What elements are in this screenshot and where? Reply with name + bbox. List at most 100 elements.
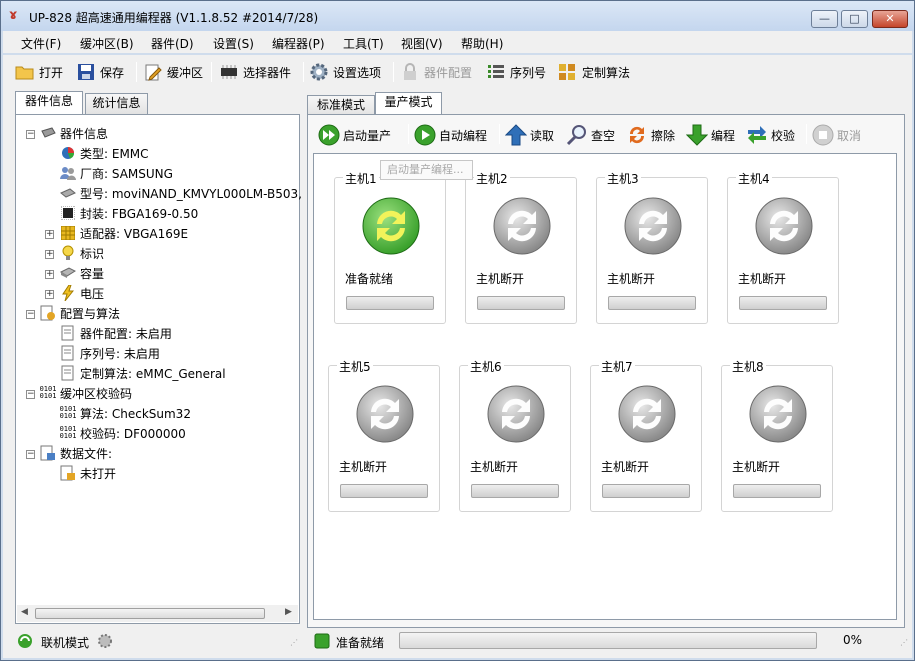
blank-check-button[interactable]: 查空 bbox=[566, 124, 615, 146]
tree-adapter[interactable]: 适配器: VBGA169E bbox=[60, 224, 188, 242]
buffer-button[interactable]: 缓冲区 bbox=[143, 61, 203, 83]
chip-icon bbox=[60, 185, 76, 201]
menu-programmer[interactable]: 编程器(P) bbox=[272, 35, 325, 52]
cancel-label: 取消 bbox=[837, 128, 862, 143]
window-title: UP-828 超高速通用编程器 (V1.1.8.52 #2014/7/28) bbox=[29, 11, 319, 25]
binary-icon: 0101 0101 bbox=[59, 405, 77, 420]
collapse-toggle[interactable]: − bbox=[26, 390, 35, 399]
ready-refresh-icon bbox=[362, 197, 420, 255]
close-button[interactable]: ✕ bbox=[872, 10, 908, 28]
horizontal-scrollbar[interactable]: ◀ ▶ bbox=[17, 605, 298, 622]
save-button[interactable]: 保存 bbox=[76, 61, 124, 83]
scroll-thumb[interactable] bbox=[35, 608, 265, 619]
maximize-button[interactable]: □ bbox=[841, 10, 868, 28]
list-icon bbox=[486, 62, 506, 82]
document-icon bbox=[60, 325, 76, 341]
erase-button[interactable]: 擦除 bbox=[626, 124, 675, 146]
collapse-toggle[interactable]: − bbox=[26, 310, 35, 319]
lightbulb-icon bbox=[60, 245, 76, 261]
tree-type[interactable]: 类型: EMMC bbox=[60, 144, 149, 162]
expand-toggle[interactable]: + bbox=[45, 270, 54, 279]
read-button[interactable]: 读取 bbox=[505, 124, 554, 146]
menu-view[interactable]: 视图(V) bbox=[401, 35, 443, 52]
menu-help[interactable]: 帮助(H) bbox=[461, 35, 503, 52]
open-label: 打开 bbox=[39, 65, 64, 80]
arrow-up-icon bbox=[505, 124, 527, 146]
tab-statistics[interactable]: 统计信息 bbox=[85, 93, 148, 114]
tree-data-file[interactable]: 数据文件: bbox=[40, 444, 112, 462]
tree-config-algo[interactable]: 配置与算法 bbox=[40, 304, 120, 322]
host-card[interactable]: 主机7 主机断开 bbox=[590, 358, 702, 512]
host-name: 主机4 bbox=[736, 170, 772, 187]
program-button[interactable]: 编程 bbox=[686, 124, 735, 146]
tree-capacity[interactable]: 容量 bbox=[60, 264, 104, 282]
tree-model[interactable]: 型号: moviNAND_KMVYL000LM-B503, bbox=[60, 184, 302, 202]
host-name: 主机7 bbox=[599, 358, 635, 375]
custom-algo-button[interactable]: 定制算法 bbox=[558, 61, 630, 83]
auto-program-label: 自动编程 bbox=[439, 128, 488, 143]
tree-model-label: 型号: moviNAND_KMVYL000LM-B503, bbox=[80, 186, 302, 201]
document-icon bbox=[60, 345, 76, 361]
host-card[interactable]: 主机8 主机断开 bbox=[721, 358, 833, 512]
serial-button[interactable]: 序列号 bbox=[486, 61, 546, 83]
device-config-button[interactable]: 器件配置 bbox=[400, 61, 472, 83]
tree-voltage[interactable]: 电压 bbox=[60, 284, 104, 302]
tree-package[interactable]: 封装: FBGA169-0.50 bbox=[60, 204, 198, 222]
open-button[interactable]: 打开 bbox=[15, 61, 63, 83]
host-card[interactable]: 主机3 主机断开 bbox=[596, 170, 708, 324]
tab-device-info[interactable]: 器件信息 bbox=[15, 91, 83, 114]
tree-algo[interactable]: 0101 0101 算法: CheckSum32 bbox=[60, 404, 191, 422]
tree-custom-algo[interactable]: 定制算法: eMMC_General bbox=[60, 364, 226, 382]
disconnected-refresh-icon bbox=[487, 385, 545, 443]
cancel-button[interactable]: 取消 bbox=[812, 124, 861, 146]
host-progress-bar bbox=[733, 484, 821, 498]
start-mass-button[interactable]: 启动量产 bbox=[318, 124, 391, 146]
settings-button[interactable]: 设置选项 bbox=[309, 61, 381, 83]
menu-device[interactable]: 器件(D) bbox=[151, 35, 194, 52]
tab-mass-production[interactable]: 量产模式 bbox=[375, 92, 442, 115]
scroll-right-icon[interactable]: ▶ bbox=[285, 607, 292, 617]
host-card[interactable]: 主机1 准备就绪 bbox=[334, 170, 446, 324]
tree-serial[interactable]: 序列号: 未启用 bbox=[60, 344, 160, 362]
select-device-button[interactable]: 选择器件 bbox=[219, 61, 291, 83]
host-card[interactable]: 主机2 主机断开 bbox=[465, 170, 577, 324]
tree-config-algo-label: 配置与算法 bbox=[60, 306, 121, 321]
tree-mark-label: 标识 bbox=[80, 246, 105, 261]
host-progress-bar bbox=[602, 484, 690, 498]
title-bar[interactable]: ɤ UP-828 超高速通用编程器 (V1.1.8.52 #2014/7/28)… bbox=[1, 1, 914, 31]
host-card[interactable]: 主机4 主机断开 bbox=[727, 170, 839, 324]
tree-checksum[interactable]: 0101 0101 校验码: DF000000 bbox=[60, 424, 186, 442]
menu-tools[interactable]: 工具(T) bbox=[343, 35, 384, 52]
expand-toggle[interactable]: + bbox=[45, 230, 54, 239]
auto-program-button[interactable]: 自动编程 bbox=[414, 124, 487, 146]
collapse-toggle[interactable]: − bbox=[26, 130, 35, 139]
menu-settings[interactable]: 设置(S) bbox=[213, 35, 254, 52]
host-card[interactable]: 主机6 主机断开 bbox=[459, 358, 571, 512]
disconnected-refresh-icon bbox=[618, 385, 676, 443]
tree-buffer-check[interactable]: 0101 0101 缓冲区校验码 bbox=[40, 384, 132, 402]
collapse-toggle[interactable]: − bbox=[26, 450, 35, 459]
tree-not-open[interactable]: 未打开 bbox=[60, 464, 116, 482]
menu-file[interactable]: 文件(F) bbox=[21, 35, 61, 52]
tree-voltage-label: 电压 bbox=[80, 286, 105, 301]
tree-mark[interactable]: 标识 bbox=[60, 244, 104, 262]
tree-dev-config[interactable]: 器件配置: 未启用 bbox=[60, 324, 172, 342]
expand-toggle[interactable]: + bbox=[45, 250, 54, 259]
verify-button[interactable]: 校验 bbox=[746, 124, 795, 146]
tree-vendor[interactable]: 厂商: SAMSUNG bbox=[60, 164, 173, 182]
menu-buffer[interactable]: 缓冲区(B) bbox=[80, 35, 134, 52]
host-card[interactable]: 主机5 主机断开 bbox=[328, 358, 440, 512]
tree-capacity-label: 容量 bbox=[80, 266, 105, 281]
device-config-label: 器件配置 bbox=[424, 65, 473, 80]
select-device-label: 选择器件 bbox=[243, 65, 292, 80]
settings-icon[interactable] bbox=[97, 633, 113, 652]
tree-custom-algo-label: 定制算法: eMMC_General bbox=[80, 366, 226, 381]
tab-standard-mode[interactable]: 标准模式 bbox=[307, 95, 375, 116]
expand-toggle[interactable]: + bbox=[45, 290, 54, 299]
start-mass-label: 启动量产 bbox=[343, 128, 392, 143]
host-status: 主机断开 bbox=[601, 460, 650, 474]
scroll-left-icon[interactable]: ◀ bbox=[21, 607, 28, 617]
tree-device-info[interactable]: 器件信息 bbox=[40, 124, 108, 142]
minimize-button[interactable]: — bbox=[811, 10, 838, 28]
tree-package-label: 封装: FBGA169-0.50 bbox=[80, 206, 199, 221]
